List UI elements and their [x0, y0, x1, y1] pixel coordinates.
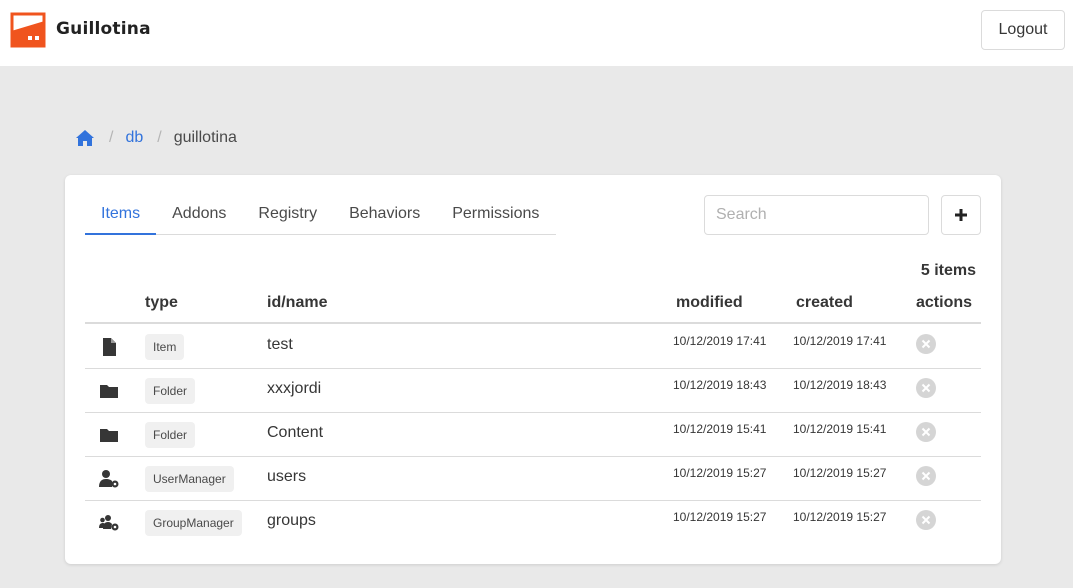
plus-icon [955, 209, 967, 221]
tab-addons[interactable]: Addons [156, 195, 242, 235]
tab-behaviors[interactable]: Behaviors [333, 195, 436, 235]
created-date: 10/12/2019 17:41 [793, 334, 887, 348]
type-badge: GroupManager [145, 510, 242, 536]
tab-items[interactable]: Items [85, 195, 157, 235]
breadcrumb-separator: / [157, 129, 162, 146]
created-date: 10/12/2019 18:43 [793, 378, 887, 392]
home-icon[interactable] [75, 129, 95, 147]
type-badge: Folder [145, 378, 196, 404]
guillotina-logo-icon[interactable] [10, 12, 46, 48]
table-header: type id/name modified created actions [85, 288, 981, 324]
file-icon [103, 338, 116, 356]
add-item-button[interactable] [941, 195, 981, 235]
folder-icon [100, 385, 118, 398]
table-row[interactable]: Folder xxxjordi 10/12/2019 18:43 10/12/2… [85, 369, 981, 413]
table-row[interactable]: Item test 10/12/2019 17:41 10/12/2019 17… [85, 325, 981, 369]
delete-icon[interactable] [916, 422, 936, 442]
search-input[interactable] [704, 195, 929, 235]
item-name-link[interactable]: users [267, 468, 306, 486]
modified-date: 10/12/2019 15:27 [673, 466, 767, 480]
breadcrumb: / db / guillotina [75, 128, 237, 148]
type-badge: Item [145, 334, 185, 360]
item-count: 5 items [920, 262, 976, 279]
tab-bar: Items Addons Registry Behaviors Permissi… [85, 195, 556, 235]
tab-registry[interactable]: Registry [242, 195, 333, 235]
tab-permissions[interactable]: Permissions [436, 195, 555, 235]
column-header-type: type [145, 294, 178, 311]
delete-icon[interactable] [916, 378, 936, 398]
folder-icon [100, 429, 118, 442]
modified-date: 10/12/2019 15:27 [673, 510, 767, 524]
item-name-link[interactable]: Content [267, 424, 323, 442]
table-row[interactable]: GroupManager groups 10/12/2019 15:27 10/… [85, 501, 981, 545]
logout-button[interactable]: Logout [981, 10, 1065, 50]
brand-title: Guillotina [56, 19, 151, 39]
top-navbar: Guillotina Logout [0, 0, 1073, 66]
column-header-actions: actions [916, 294, 973, 311]
breadcrumb-separator: / [109, 129, 114, 146]
breadcrumb-item-db[interactable]: db [125, 129, 143, 147]
user-cog-icon [99, 470, 119, 488]
users-cog-icon [99, 515, 119, 531]
content-panel: Items Addons Registry Behaviors Permissi… [65, 175, 1001, 564]
type-badge: Folder [145, 422, 196, 448]
item-name-link[interactable]: xxxjordi [267, 380, 321, 398]
type-badge: UserManager [145, 466, 234, 492]
modified-date: 10/12/2019 17:41 [673, 334, 767, 348]
column-header-created: created [796, 294, 853, 311]
table-row[interactable]: Folder Content 10/12/2019 15:41 10/12/20… [85, 413, 981, 457]
delete-icon[interactable] [916, 510, 936, 530]
created-date: 10/12/2019 15:27 [793, 510, 887, 524]
column-header-modified: modified [676, 294, 743, 311]
column-header-name: id/name [267, 294, 328, 311]
delete-icon[interactable] [916, 334, 936, 354]
breadcrumb-item-current: guillotina [173, 129, 237, 146]
item-name-link[interactable]: test [267, 336, 293, 354]
created-date: 10/12/2019 15:27 [793, 466, 887, 480]
created-date: 10/12/2019 15:41 [793, 422, 887, 436]
item-name-link[interactable]: groups [267, 512, 316, 530]
modified-date: 10/12/2019 18:43 [673, 378, 767, 392]
table-row[interactable]: UserManager users 10/12/2019 15:27 10/12… [85, 457, 981, 501]
delete-icon[interactable] [916, 466, 936, 486]
modified-date: 10/12/2019 15:41 [673, 422, 767, 436]
